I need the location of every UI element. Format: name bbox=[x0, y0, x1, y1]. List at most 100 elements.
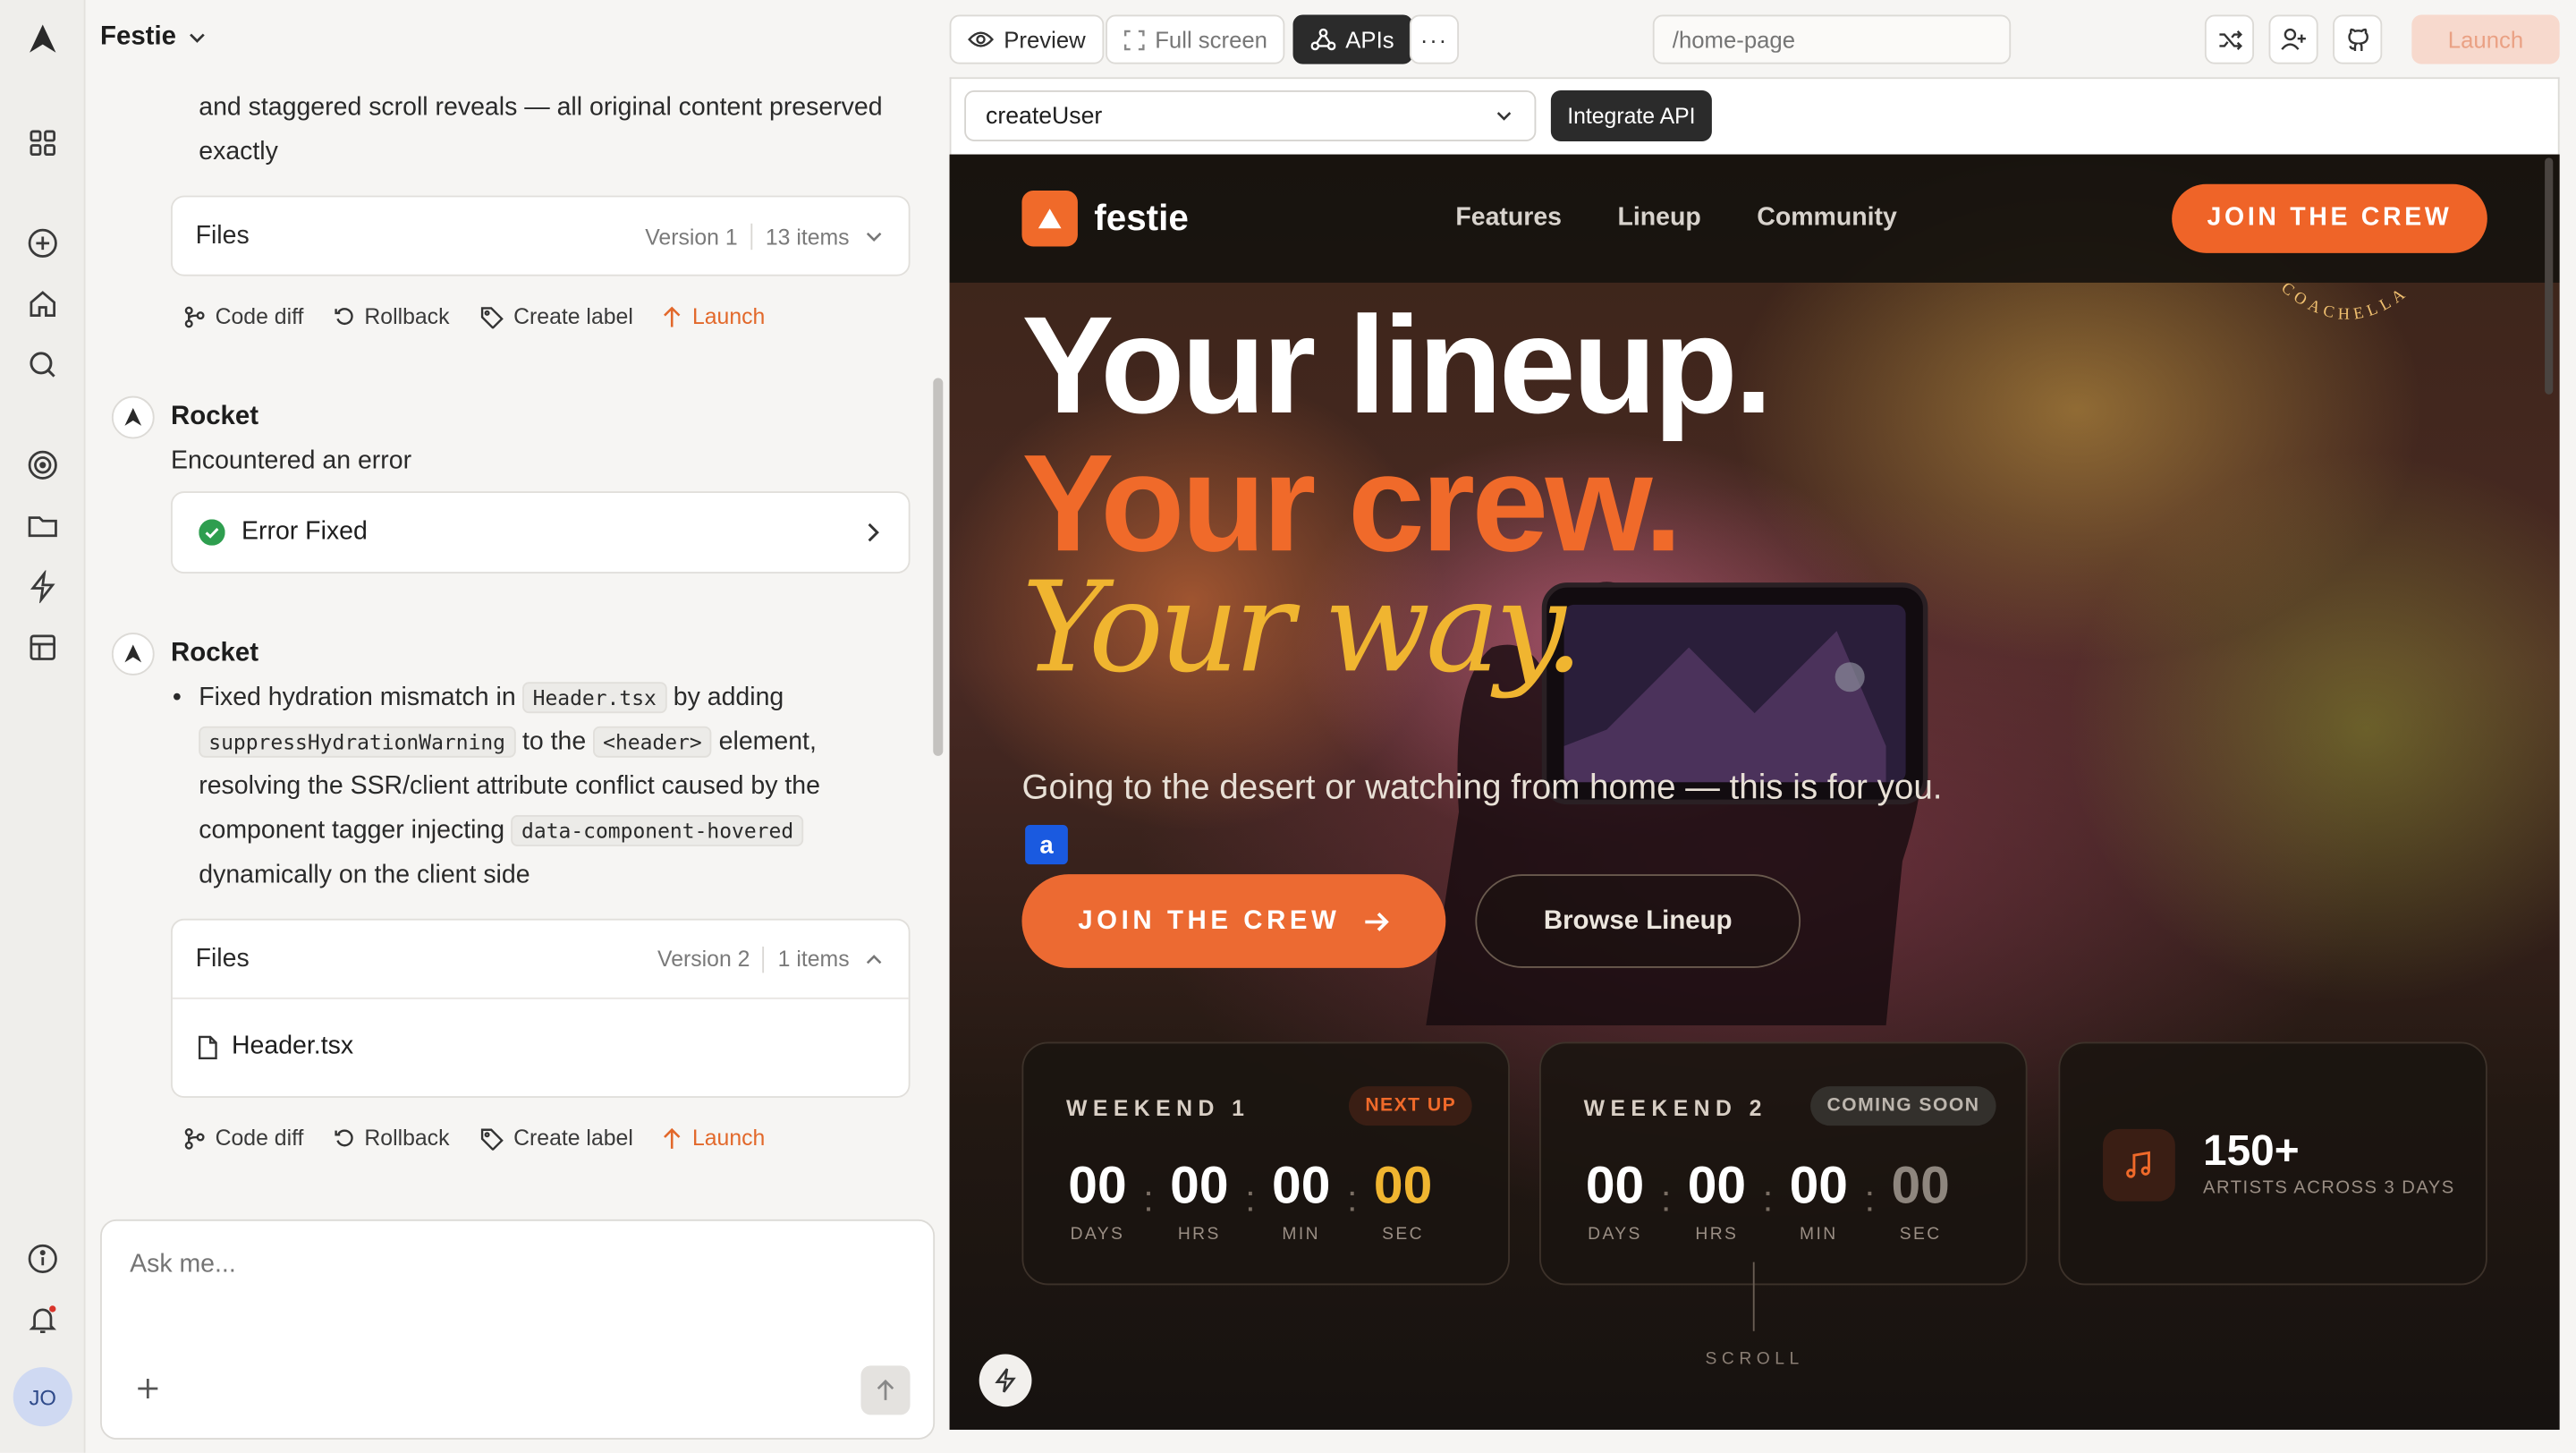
site-logo[interactable]: festie bbox=[1021, 191, 1189, 247]
site-preview: festie Features Lineup Community JOIN TH… bbox=[949, 154, 2560, 1430]
rollback-label: Rollback bbox=[364, 303, 450, 329]
target-icon[interactable] bbox=[23, 446, 63, 485]
message-intro-text: and staggered scroll reveals — all origi… bbox=[199, 93, 883, 166]
preview-scrollbar[interactable] bbox=[2545, 157, 2554, 395]
create-label-button[interactable]: Create label bbox=[479, 304, 633, 328]
text-run: by adding bbox=[665, 684, 784, 712]
countdown: 00 DAYS : 00 HRS : 00 MIN : 00 SEC bbox=[1052, 1155, 1449, 1244]
launch-button[interactable]: Launch bbox=[663, 1126, 765, 1151]
files-card-v2[interactable]: Files Version 2 1 items Header.tsx bbox=[171, 918, 911, 1098]
left-rail: JO bbox=[0, 0, 86, 1453]
error-fixed-card[interactable]: Error Fixed bbox=[171, 491, 911, 574]
artists-stat-card: 150+ ARTISTS ACROSS 3 DAYS bbox=[2058, 1041, 2487, 1286]
project-selector[interactable]: Festie bbox=[100, 23, 209, 53]
file-name: Header.tsx bbox=[231, 1032, 354, 1060]
bot-name: Rocket bbox=[171, 403, 259, 431]
branch-icon bbox=[184, 305, 205, 327]
shuffle-icon bbox=[2218, 30, 2242, 50]
weekend-label: WEEKEND 1 bbox=[1066, 1096, 1250, 1121]
divider bbox=[763, 946, 765, 973]
nav-join-button[interactable]: JOIN THE CREW bbox=[2172, 183, 2487, 253]
code-diff-label: Code diff bbox=[215, 1126, 304, 1151]
github-button[interactable] bbox=[2333, 14, 2383, 64]
shuffle-button[interactable] bbox=[2204, 14, 2254, 64]
quick-action-button[interactable] bbox=[979, 1354, 1032, 1407]
url-input[interactable] bbox=[1652, 14, 2012, 64]
rollback-button[interactable]: Rollback bbox=[333, 1126, 449, 1151]
check-circle-icon bbox=[199, 519, 225, 546]
nav-features[interactable]: Features bbox=[1455, 204, 1562, 234]
info-icon[interactable] bbox=[23, 1239, 63, 1279]
edit-marker-badge[interactable]: a bbox=[1025, 825, 1068, 865]
text-run: dynamically on the client side bbox=[199, 861, 530, 889]
lightning-icon[interactable] bbox=[23, 567, 63, 607]
weekend-label: WEEKEND 2 bbox=[1583, 1096, 1767, 1121]
inline-code: Header.tsx bbox=[522, 682, 666, 714]
chat-composer bbox=[100, 1219, 936, 1440]
file-row[interactable]: Header.tsx bbox=[173, 999, 909, 1095]
unit-label: SEC bbox=[1899, 1224, 1942, 1245]
api-select[interactable]: createUser bbox=[964, 90, 1537, 141]
code-diff-button[interactable]: Code diff bbox=[184, 303, 304, 329]
unit-label: HRS bbox=[1695, 1224, 1739, 1245]
plus-circle-icon[interactable] bbox=[23, 224, 63, 263]
create-label-button[interactable]: Create label bbox=[479, 1126, 633, 1151]
colon: : bbox=[1347, 1177, 1358, 1219]
apis-button[interactable]: APIs bbox=[1292, 14, 1412, 64]
unit-label: DAYS bbox=[1588, 1224, 1642, 1245]
files-card-v1[interactable]: Files Version 1 13 items bbox=[171, 195, 911, 276]
unit-label: MIN bbox=[1282, 1224, 1320, 1245]
layout-icon[interactable] bbox=[23, 628, 63, 667]
countdown-days: 00 bbox=[1585, 1155, 1645, 1215]
countdown-seconds: 00 bbox=[1891, 1155, 1950, 1215]
arrow-up-icon bbox=[877, 1379, 894, 1400]
send-button[interactable] bbox=[860, 1365, 911, 1415]
integrate-api-button[interactable]: Integrate API bbox=[1550, 90, 1712, 141]
headline-line3: Your way. bbox=[1021, 553, 1583, 701]
webhook-icon bbox=[1310, 28, 1336, 51]
colon: : bbox=[1762, 1177, 1774, 1219]
launch-top-button[interactable]: Launch bbox=[2411, 14, 2560, 64]
folder-icon[interactable] bbox=[23, 506, 63, 546]
inline-code: <header> bbox=[593, 726, 712, 758]
hero-subhead: Going to the desert or watching from hom… bbox=[1021, 769, 1943, 807]
chevron-up-icon[interactable] bbox=[862, 947, 886, 971]
colon: : bbox=[1245, 1177, 1256, 1219]
bell-icon[interactable] bbox=[23, 1300, 63, 1339]
home-icon[interactable] bbox=[23, 285, 63, 324]
nav-community[interactable]: Community bbox=[1757, 204, 1897, 234]
browse-lineup-button[interactable]: Browse Lineup bbox=[1475, 874, 1801, 968]
add-user-button[interactable] bbox=[2268, 14, 2318, 64]
rollback-icon bbox=[335, 308, 353, 325]
chat-input[interactable] bbox=[130, 1250, 902, 1349]
rollback-button[interactable]: Rollback bbox=[333, 303, 450, 329]
chevron-down-icon[interactable] bbox=[862, 225, 886, 249]
unit-label: SEC bbox=[1382, 1224, 1424, 1245]
fix-description: Fixed hydration mismatch in Header.tsx b… bbox=[199, 676, 905, 897]
code-diff-label: Code diff bbox=[215, 303, 304, 329]
code-diff-button[interactable]: Code diff bbox=[184, 1126, 304, 1151]
rocket-logo-icon[interactable] bbox=[23, 20, 63, 59]
add-attachment-icon[interactable] bbox=[135, 1375, 161, 1401]
launch-button[interactable]: Launch bbox=[663, 304, 765, 328]
text-run: to the bbox=[515, 727, 594, 756]
nav-lineup[interactable]: Lineup bbox=[1617, 204, 1700, 234]
chevron-down-icon bbox=[1496, 112, 1512, 121]
search-icon[interactable] bbox=[23, 345, 63, 385]
divider bbox=[750, 223, 753, 251]
scroll-indicator-line bbox=[1752, 1262, 1755, 1331]
bot-header-1: Rocket bbox=[111, 395, 259, 439]
unit-label: HRS bbox=[1177, 1224, 1221, 1245]
more-options-button[interactable]: ··· bbox=[1409, 14, 1460, 64]
eye-icon bbox=[968, 31, 994, 47]
join-crew-button[interactable]: JOIN THE CREW bbox=[1021, 874, 1446, 968]
headline-line1: Your lineup. bbox=[1021, 287, 1773, 443]
scroll-label: SCROLL bbox=[1705, 1348, 1804, 1369]
colon: : bbox=[1660, 1177, 1672, 1219]
full-screen-button[interactable]: Full screen bbox=[1106, 14, 1286, 64]
preview-button[interactable]: Preview bbox=[949, 14, 1104, 64]
chat-scrollbar[interactable] bbox=[933, 378, 944, 756]
grid-icon[interactable] bbox=[23, 123, 63, 163]
avatar[interactable]: JO bbox=[13, 1367, 72, 1427]
tag-icon bbox=[480, 1127, 504, 1150]
